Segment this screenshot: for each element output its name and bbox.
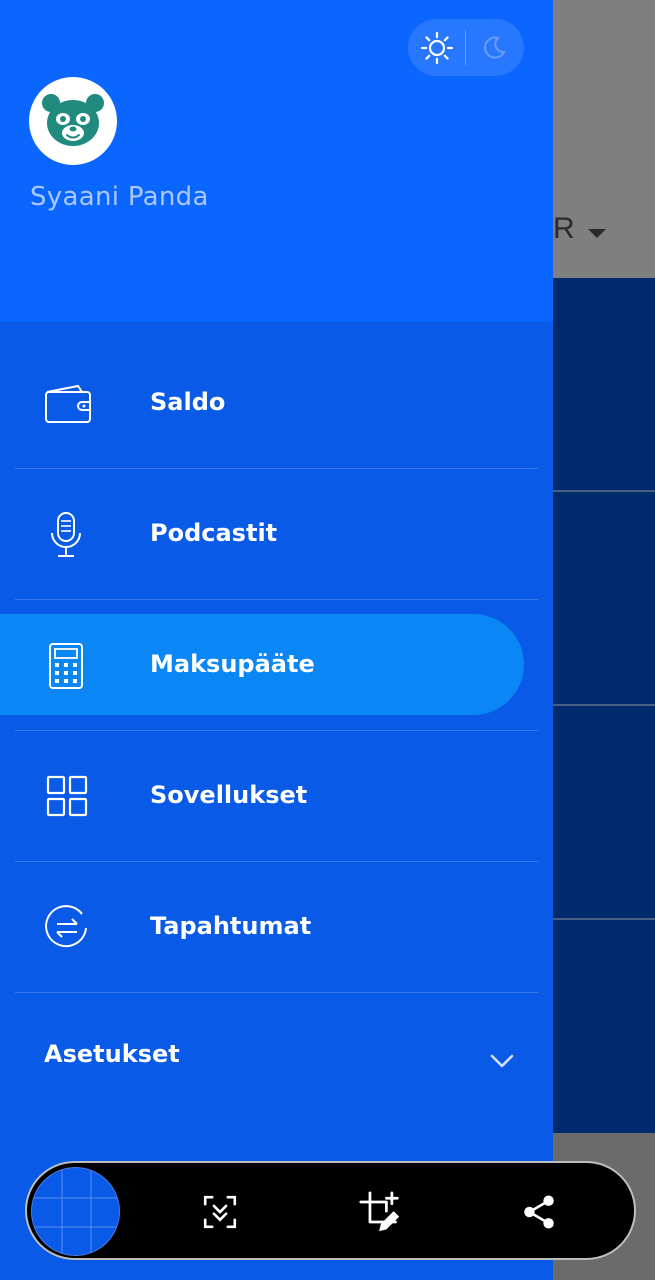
sun-icon[interactable] — [420, 31, 454, 65]
scroll-capture-icon — [203, 1195, 237, 1229]
background-currency-label: R — [553, 212, 575, 245]
share-icon — [524, 1195, 554, 1229]
settings-expander[interactable]: Asetukset — [0, 1003, 553, 1113]
panda-icon — [42, 94, 104, 146]
theme-toggle[interactable] — [408, 19, 524, 76]
background-caret-icon — [588, 229, 606, 238]
crop-edit-button[interactable] — [357, 1189, 403, 1235]
share-button[interactable] — [516, 1189, 562, 1235]
background-card — [553, 706, 655, 920]
apps-grid-icon — [46, 775, 88, 817]
menu-item-tapahtumat[interactable]: Tapahtumat — [0, 862, 553, 993]
chevron-down-icon[interactable] — [488, 1047, 516, 1075]
toggle-divider — [465, 30, 466, 65]
wallet-icon — [45, 384, 91, 423]
background-card — [553, 920, 655, 1133]
menu-item-maksupaate[interactable]: Maksupääte — [0, 600, 553, 731]
moon-icon[interactable] — [480, 34, 508, 62]
menu-item-label: Maksupääte — [150, 650, 315, 678]
transactions-icon — [45, 905, 87, 948]
thumbnail-grid-icon — [32, 1168, 119, 1255]
menu-item-sovellukset[interactable]: Sovellukset — [0, 731, 553, 862]
background-card — [553, 492, 655, 706]
menu-item-saldo[interactable]: Saldo — [0, 338, 553, 469]
menu-item-podcastit[interactable]: Podcastit — [0, 469, 553, 600]
scroll-capture-button[interactable] — [197, 1189, 243, 1235]
drawer-menu: Saldo Podcastit Maksupääte Sovellukset T… — [0, 338, 553, 993]
calculator-icon — [49, 643, 83, 689]
avatar[interactable] — [29, 77, 117, 165]
navigation-drawer: Syaani Panda Saldo Podcastit Maksupääte … — [0, 0, 553, 1280]
screenshot-toolbar — [25, 1161, 636, 1260]
drawer-header: Syaani Panda — [0, 0, 553, 322]
screenshot-thumbnail[interactable] — [31, 1167, 120, 1256]
crop-edit-icon — [359, 1191, 400, 1232]
menu-item-label: Tapahtumat — [150, 912, 312, 940]
menu-item-label: Sovellukset — [150, 781, 308, 809]
menu-item-label: Podcastit — [150, 519, 278, 547]
settings-label: Asetukset — [44, 1040, 180, 1068]
microphone-icon — [51, 512, 81, 557]
background-card — [553, 278, 655, 492]
user-name: Syaani Panda — [30, 182, 209, 212]
menu-item-label: Saldo — [150, 388, 226, 416]
